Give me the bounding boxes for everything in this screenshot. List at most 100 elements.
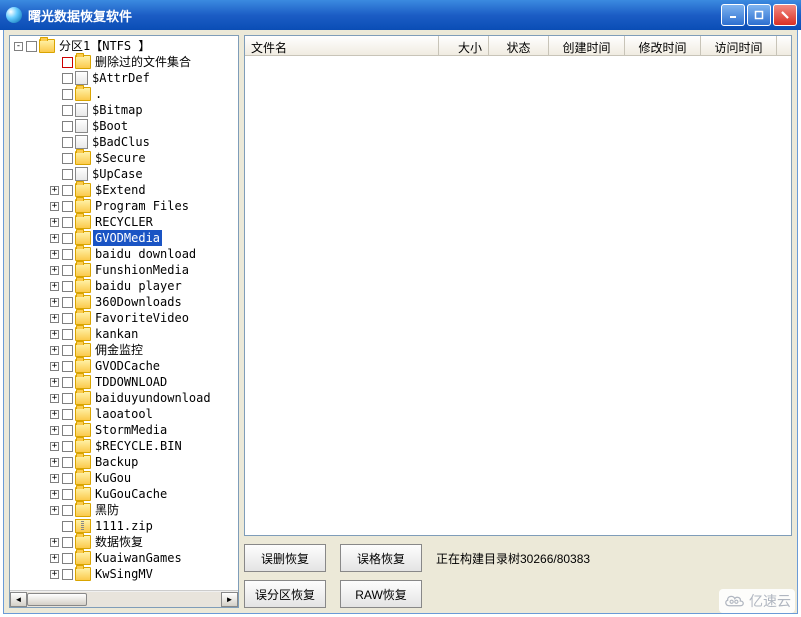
column-header[interactable]: 修改时间 [625,36,701,55]
checkbox[interactable] [62,57,73,68]
scroll-left-button[interactable]: ◄ [10,592,27,607]
tree-item[interactable]: +RECYCLER [10,214,238,230]
checkbox[interactable] [62,521,73,532]
expand-icon[interactable]: + [50,234,59,243]
checkbox[interactable] [62,233,73,244]
checkbox[interactable] [62,553,73,564]
tree-item[interactable]: +baidu player [10,278,238,294]
checkbox[interactable] [62,137,73,148]
tree-item[interactable]: $Bitmap [10,102,238,118]
expand-icon[interactable]: + [50,250,59,259]
checkbox[interactable] [62,281,73,292]
tree-item[interactable]: +KuaiwanGames [10,550,238,566]
tree-item[interactable]: . [10,86,238,102]
tree-item[interactable]: +$Extend [10,182,238,198]
checkbox[interactable] [62,569,73,580]
expand-icon[interactable]: + [50,282,59,291]
tree-item[interactable]: +黑防 [10,502,238,518]
checkbox[interactable] [62,425,73,436]
tree-item[interactable]: $UpCase [10,166,238,182]
tree-item[interactable]: +Program Files [10,198,238,214]
file-list[interactable]: 文件名大小状态创建时间修改时间访问时间 [244,35,792,536]
tree-horizontal-scrollbar[interactable]: ◄ ► [10,590,238,607]
expand-icon[interactable]: + [50,506,59,515]
tree-item[interactable]: +StormMedia [10,422,238,438]
checkbox[interactable] [62,457,73,468]
tree-item[interactable]: $Boot [10,118,238,134]
expand-icon[interactable]: + [50,346,59,355]
recover-raw-button[interactable]: RAW恢复 [340,580,422,608]
tree-item[interactable]: +KuGou [10,470,238,486]
checkbox[interactable] [62,537,73,548]
checkbox[interactable] [62,89,73,100]
checkbox[interactable] [26,41,37,52]
tree-item[interactable]: +baidu download [10,246,238,262]
checkbox[interactable] [62,377,73,388]
column-header[interactable]: 创建时间 [549,36,625,55]
column-header[interactable]: 访问时间 [701,36,777,55]
checkbox[interactable] [62,361,73,372]
checkbox[interactable] [62,441,73,452]
checkbox[interactable] [62,105,73,116]
checkbox[interactable] [62,489,73,500]
checkbox[interactable] [62,185,73,196]
tree-item[interactable]: $AttrDef [10,70,238,86]
tree-item[interactable]: 1111.zip [10,518,238,534]
directory-tree[interactable]: -分区1【NTFS 】删除过的文件集合$AttrDef.$Bitmap$Boot… [10,36,238,590]
checkbox[interactable] [62,169,73,180]
checkbox[interactable] [62,249,73,260]
expand-icon[interactable]: + [50,330,59,339]
expand-icon[interactable]: + [50,394,59,403]
recover-partition-button[interactable]: 误分区恢复 [244,580,326,608]
expand-icon[interactable]: + [50,490,59,499]
checkbox[interactable] [62,313,73,324]
tree-item[interactable]: +360Downloads [10,294,238,310]
tree-item[interactable]: +数据恢复 [10,534,238,550]
tree-item[interactable]: +GVODCache [10,358,238,374]
tree-item[interactable]: $Secure [10,150,238,166]
tree-item[interactable]: +$RECYCLE.BIN [10,438,238,454]
tree-item[interactable]: +kankan [10,326,238,342]
checkbox[interactable] [62,153,73,164]
collapse-icon[interactable]: - [14,42,23,51]
column-header[interactable]: 文件名 [245,36,439,55]
maximize-button[interactable] [747,4,771,26]
expand-icon[interactable]: + [50,442,59,451]
tree-root[interactable]: -分区1【NTFS 】 [10,38,238,54]
tree-item[interactable]: +TDDOWNLOAD [10,374,238,390]
expand-icon[interactable]: + [50,474,59,483]
checkbox[interactable] [62,345,73,356]
expand-icon[interactable]: + [50,202,59,211]
expand-icon[interactable]: + [50,410,59,419]
tree-item[interactable]: +佣金监控 [10,342,238,358]
tree-item[interactable]: $BadClus [10,134,238,150]
expand-icon[interactable]: + [50,554,59,563]
column-header[interactable]: 状态 [489,36,549,55]
scroll-track[interactable] [27,592,221,607]
expand-icon[interactable]: + [50,186,59,195]
checkbox[interactable] [62,505,73,516]
tree-item[interactable]: 删除过的文件集合 [10,54,238,70]
expand-icon[interactable]: + [50,298,59,307]
scroll-right-button[interactable]: ► [221,592,238,607]
tree-item[interactable]: +FunshionMedia [10,262,238,278]
checkbox[interactable] [62,201,73,212]
tree-item[interactable]: +FavoriteVideo [10,310,238,326]
tree-item[interactable]: +KuGouCache [10,486,238,502]
scroll-thumb[interactable] [27,593,87,606]
checkbox[interactable] [62,409,73,420]
checkbox[interactable] [62,73,73,84]
minimize-button[interactable] [721,4,745,26]
expand-icon[interactable]: + [50,218,59,227]
column-header[interactable]: 大小 [439,36,489,55]
checkbox[interactable] [62,297,73,308]
tree-item[interactable]: +KwSingMV [10,566,238,582]
expand-icon[interactable]: + [50,266,59,275]
checkbox[interactable] [62,393,73,404]
tree-item[interactable]: +laoatool [10,406,238,422]
tree-item[interactable]: +GVODMedia [10,230,238,246]
expand-icon[interactable]: + [50,314,59,323]
file-list-body[interactable] [245,56,791,535]
recover-deleted-button[interactable]: 误删恢复 [244,544,326,572]
expand-icon[interactable]: + [50,570,59,579]
